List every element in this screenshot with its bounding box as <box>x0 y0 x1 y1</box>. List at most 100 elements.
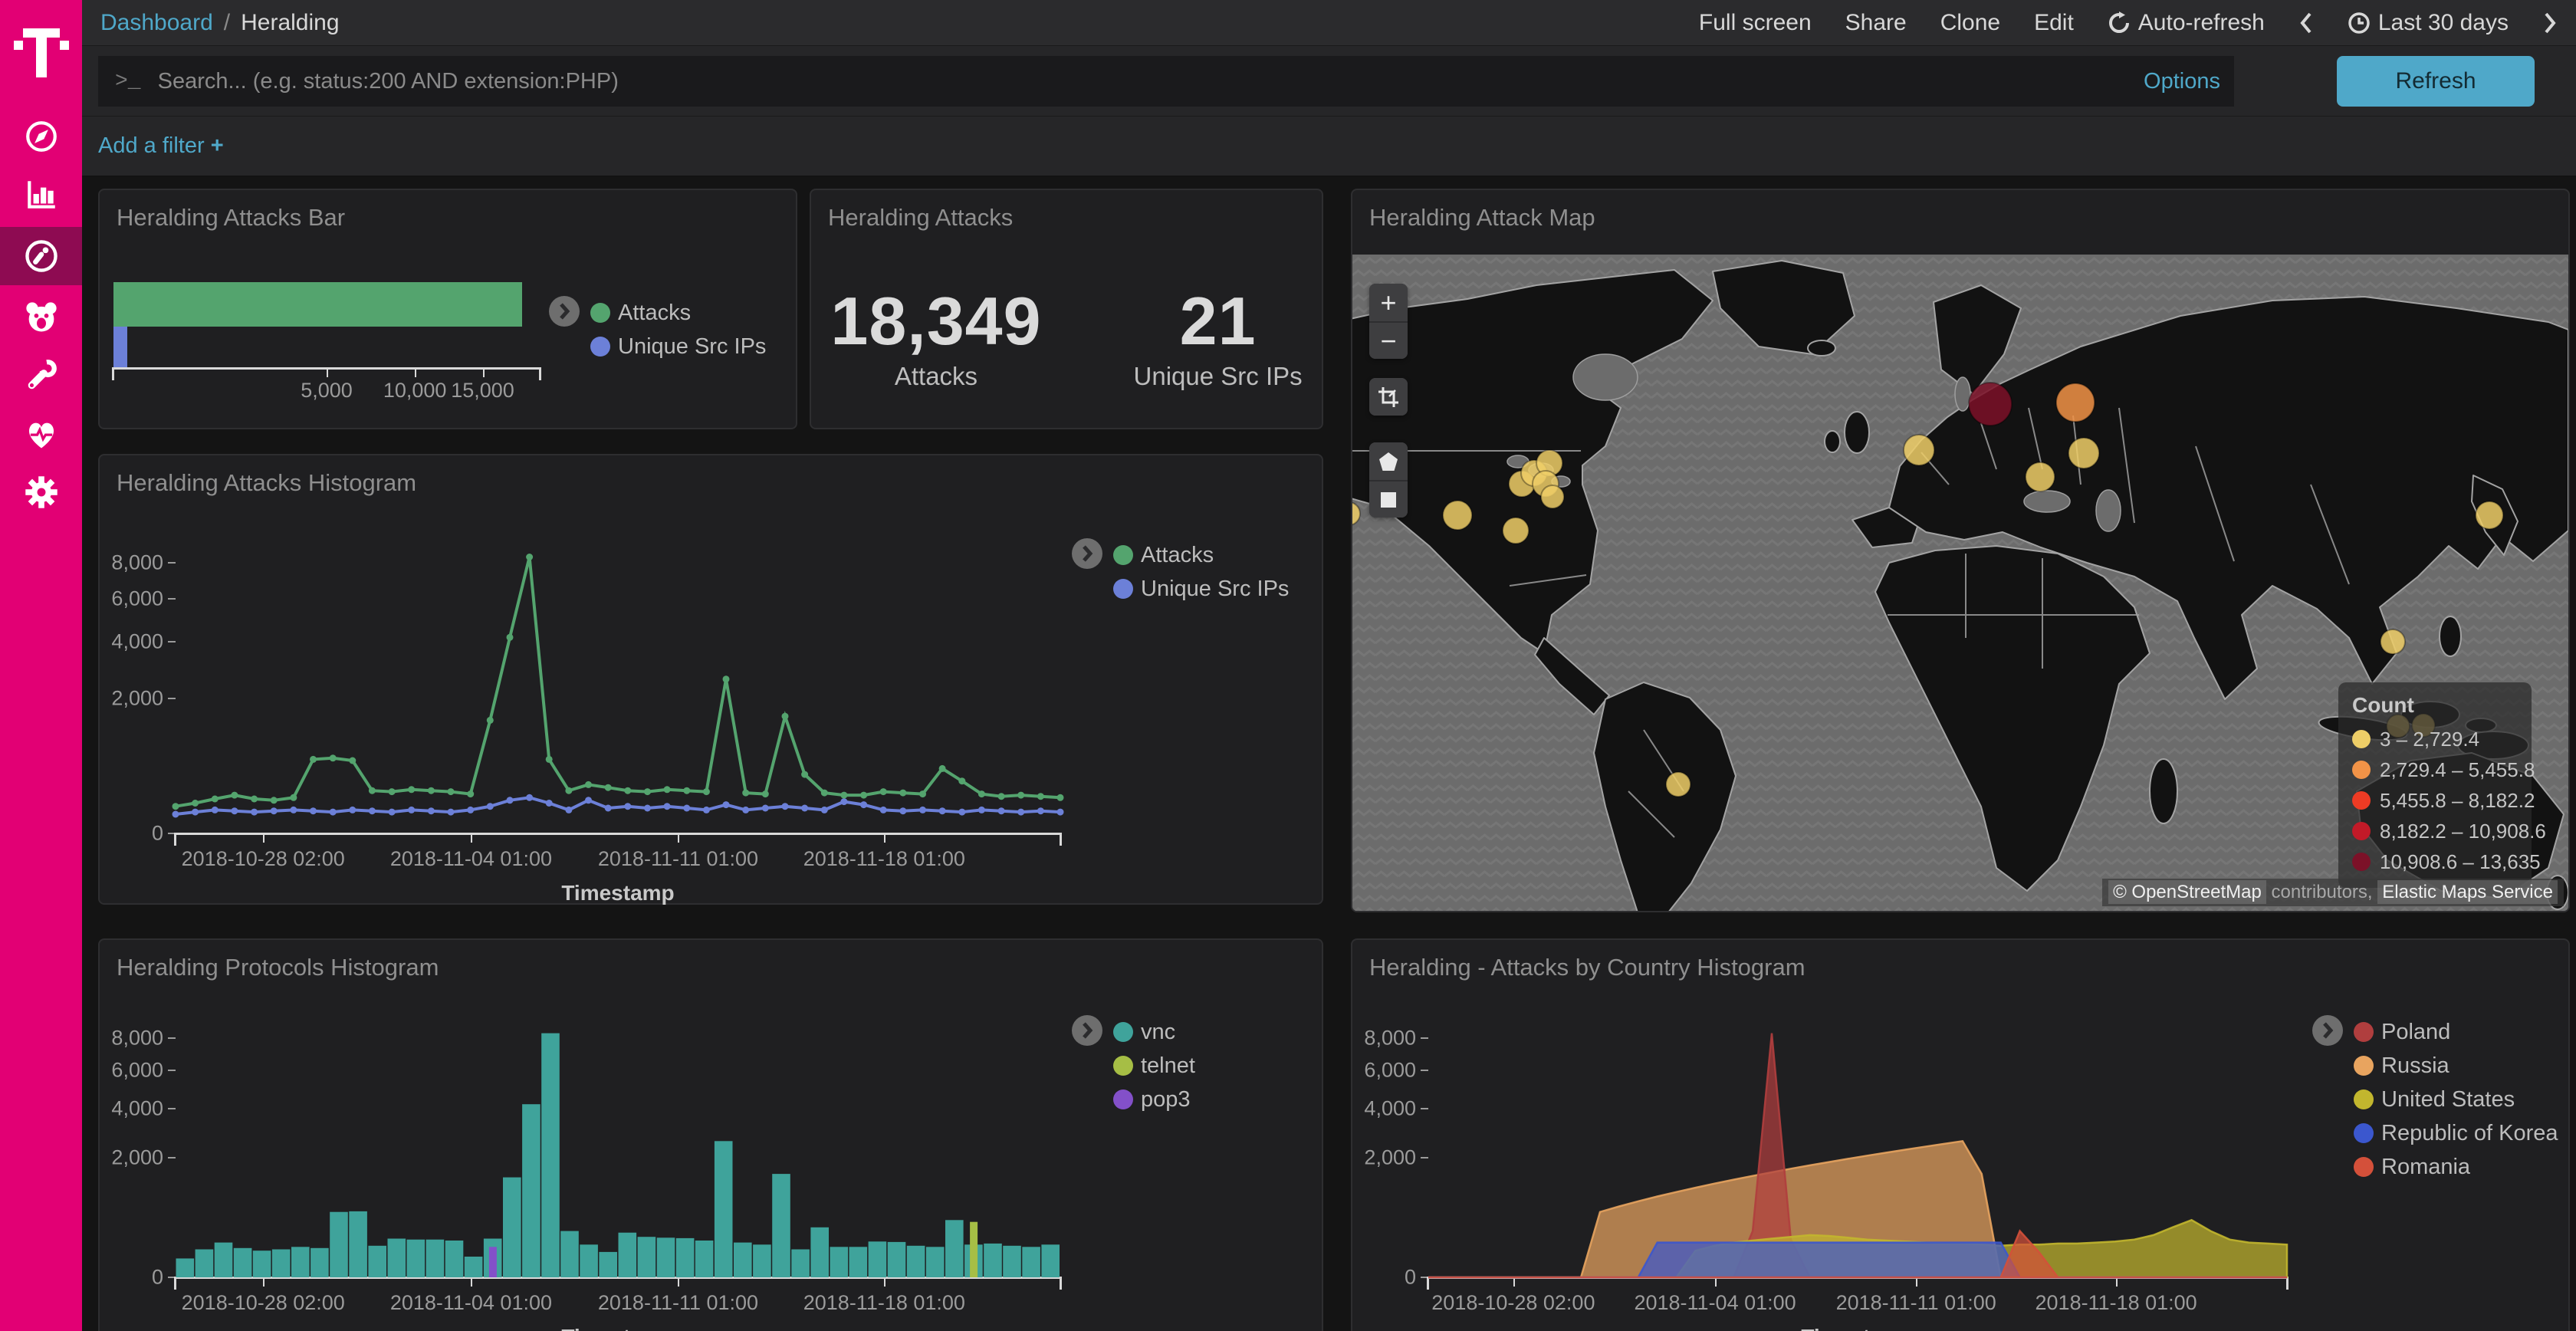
search-refresh-button[interactable]: Refresh <box>2337 56 2535 107</box>
map-draw-rectangle-button[interactable] <box>1369 480 1408 518</box>
panel-title: Heralding Attacks <box>828 204 1013 232</box>
attacks-bar-legend-row: AttacksUnique Src IPs <box>549 296 766 363</box>
map-legend-range: 5,455.8 – 8,182.2 <box>2352 785 2518 816</box>
bar-vnc <box>522 1104 540 1277</box>
bar-vnc <box>1022 1247 1040 1277</box>
legend-item-republic-of-korea[interactable]: Republic of Korea <box>2354 1116 2558 1150</box>
data-point <box>998 793 1005 800</box>
data-point <box>958 777 965 784</box>
bar-vnc <box>849 1247 868 1277</box>
map-legend-label: 5,455.8 – 8,182.2 <box>2380 789 2535 813</box>
sidebar-item-management[interactable] <box>0 463 82 521</box>
attack-location-marker <box>1666 772 1691 797</box>
legend-item-unique-src-ips[interactable]: Unique Src IPs <box>590 330 766 363</box>
tmobile-logo[interactable] <box>0 11 82 95</box>
data-point <box>507 634 514 641</box>
y-axis-tick-mark <box>1421 1108 1428 1109</box>
data-point <box>703 788 710 795</box>
legend-dot <box>2354 1157 2374 1177</box>
crop-icon <box>1378 386 1399 408</box>
add-filter-button[interactable]: Add a filter + <box>98 133 224 159</box>
legend-item-attacks[interactable]: Attacks <box>1113 538 1289 572</box>
sidebar-item-visualize[interactable] <box>0 166 82 224</box>
breadcrumb-dashboard[interactable]: Dashboard <box>100 10 213 36</box>
fullscreen-button[interactable]: Full screen <box>1699 10 1812 36</box>
map-zoom-in-button[interactable]: + <box>1369 284 1408 321</box>
panel-title: Heralding Protocols Histogram <box>117 954 439 981</box>
sidebar-item-devtools[interactable] <box>0 347 82 405</box>
data-point <box>310 807 317 814</box>
legend-collapse-button[interactable] <box>549 296 580 327</box>
sidebar-item-dashboard[interactable] <box>0 227 82 285</box>
legend-item-romania[interactable]: Romania <box>2354 1150 2558 1184</box>
data-point <box>251 796 258 803</box>
map-fit-bounds-button[interactable] <box>1369 378 1408 416</box>
legend-item-unique-src-ips[interactable]: Unique Src IPs <box>1113 572 1289 606</box>
legend-item-united-states[interactable]: United States <box>2354 1083 2558 1116</box>
data-point <box>742 790 749 797</box>
map-draw-controls <box>1369 442 1408 518</box>
data-point <box>644 788 651 795</box>
search-input[interactable] <box>158 69 2217 94</box>
search-bar-row: >_ Options Refresh <box>82 46 2576 117</box>
bar-vnc <box>215 1243 233 1277</box>
bar-vnc <box>1041 1244 1060 1277</box>
world-map[interactable]: + − <box>1352 255 2568 911</box>
attribution-text: contributors, <box>2266 882 2377 902</box>
panel-title: Heralding Attack Map <box>1369 204 1595 232</box>
legend-dot <box>2354 1123 2374 1143</box>
data-point <box>919 807 926 813</box>
edit-button[interactable]: Edit <box>2034 10 2074 36</box>
x-axis-end-cap <box>1427 1277 1429 1290</box>
legend-item-poland[interactable]: Poland <box>2354 1015 2558 1049</box>
legend-label: Russia <box>2381 1053 2450 1079</box>
map-draw-polygon-button[interactable] <box>1369 442 1408 480</box>
x-axis-tick-label: 2018-11-18 01:00 <box>803 847 965 871</box>
legend-item-vnc[interactable]: vnc <box>1113 1015 1195 1049</box>
bar-vnc <box>619 1233 637 1277</box>
y-axis-tick-label: 4,000 <box>1364 1096 1416 1120</box>
legend-item-pop3[interactable]: pop3 <box>1113 1083 1195 1116</box>
time-prev-button[interactable] <box>2298 11 2314 35</box>
legend-dot <box>2354 1022 2374 1042</box>
x-axis-tick-mark <box>483 368 485 377</box>
x-axis-tick-label: 2018-10-28 02:00 <box>182 847 345 871</box>
elastic-maps-link[interactable]: Elastic Maps Service <box>2377 880 2558 904</box>
data-point <box>585 781 592 788</box>
map-legend-dot <box>2352 761 2371 779</box>
sidebar-item-monitoring[interactable] <box>0 405 82 463</box>
clock-icon <box>2348 12 2371 35</box>
x-axis-end-cap <box>174 1277 176 1290</box>
openstreetmap-link[interactable]: © OpenStreetMap <box>2108 880 2266 904</box>
legend-item-russia[interactable]: Russia <box>2354 1049 2558 1083</box>
x-axis-end-cap <box>539 368 541 380</box>
bar-vnc <box>465 1257 483 1277</box>
timepicker-button[interactable]: Last 30 days <box>2348 10 2509 36</box>
search-options-link[interactable]: Options <box>2144 56 2220 107</box>
data-point <box>1017 809 1024 816</box>
bar-vnc <box>176 1258 195 1277</box>
legend-item-attacks[interactable]: Attacks <box>590 296 766 330</box>
sidebar-item-tpot[interactable] <box>0 288 82 347</box>
clone-button[interactable]: Clone <box>1940 10 2000 36</box>
time-next-button[interactable] <box>2542 11 2558 35</box>
panel-title: Heralding - Attacks by Country Histogram <box>1369 954 1806 981</box>
y-axis-tick-label: 0 <box>152 1266 163 1290</box>
sidebar-item-discover[interactable] <box>0 107 82 166</box>
y-axis-tick-mark <box>168 1070 176 1071</box>
map-zoom-out-button[interactable]: − <box>1369 321 1408 359</box>
legend-label: pop3 <box>1141 1087 1191 1112</box>
y-axis-tick-label: 6,000 <box>1364 1059 1416 1083</box>
legend-collapse-button[interactable] <box>1072 1015 1102 1046</box>
legend-collapse-button[interactable] <box>1072 538 1102 569</box>
data-point <box>290 794 297 801</box>
legend-item-telnet[interactable]: telnet <box>1113 1049 1195 1083</box>
share-button[interactable]: Share <box>1845 10 1907 36</box>
data-point <box>212 807 219 813</box>
bar-vnc <box>445 1241 464 1277</box>
data-point <box>310 756 317 763</box>
auto-refresh-button[interactable]: Auto-refresh <box>2108 10 2265 36</box>
chevron-right-icon <box>2542 11 2558 35</box>
legend-collapse-button[interactable] <box>2312 1015 2343 1046</box>
map-count-legend: Count 3 – 2,729.42,729.4 – 5,455.85,455.… <box>2338 682 2532 888</box>
